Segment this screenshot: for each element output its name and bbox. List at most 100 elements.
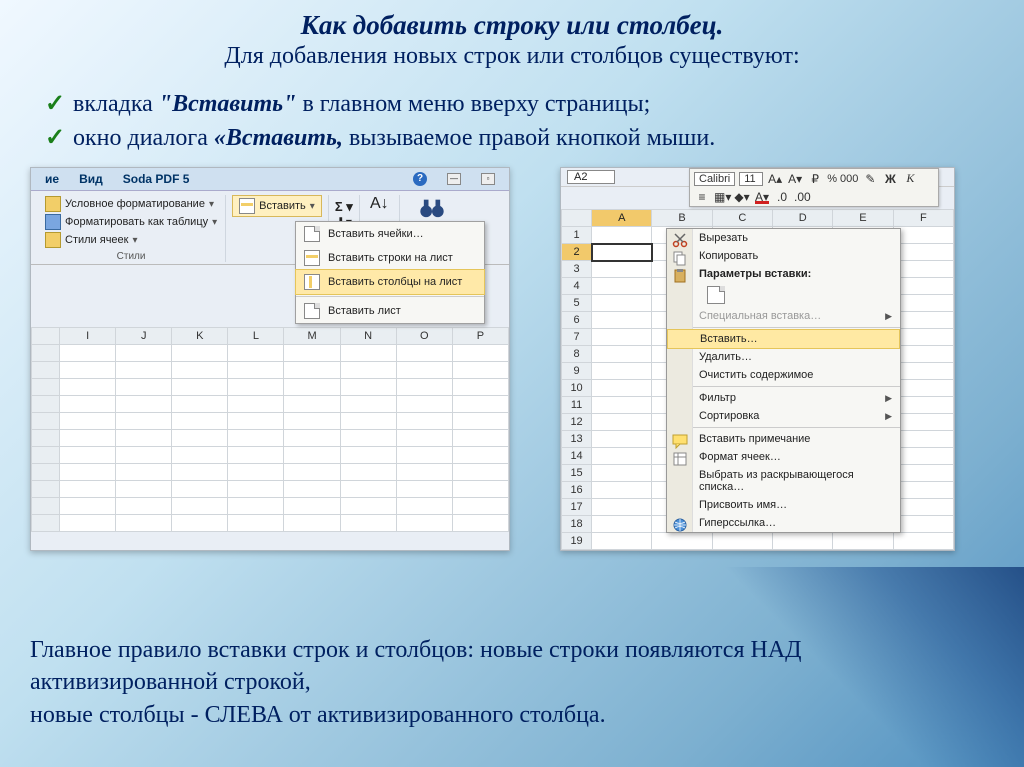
context-menu: Вырезать Копировать Параметры вставки: С… xyxy=(666,228,901,533)
sheet-icon xyxy=(304,303,320,319)
col-header[interactable]: I xyxy=(60,328,116,345)
increase-font-icon[interactable]: A▴ xyxy=(767,172,783,186)
row-header[interactable]: 14 xyxy=(562,448,592,465)
corner-cell[interactable] xyxy=(32,328,60,345)
currency-icon[interactable]: ₽ xyxy=(807,172,823,186)
col-header[interactable]: N xyxy=(340,328,396,345)
row-header[interactable]: 19 xyxy=(562,533,592,550)
menu-insert-sheet[interactable]: Вставить лист xyxy=(296,299,484,323)
ctx-dropdown-list[interactable]: Выбрать из раскрывающегося списка… xyxy=(667,466,900,496)
col-header[interactable]: P xyxy=(452,328,508,345)
spreadsheet-grid-left[interactable]: I J K L M N O P xyxy=(31,327,509,532)
cell-styles-button[interactable]: Стили ячеек ▾ xyxy=(43,231,219,249)
insert-split-button[interactable]: Вставить ▾ xyxy=(232,195,322,217)
help-icon[interactable]: ? xyxy=(413,172,427,186)
ctx-delete[interactable]: Удалить… xyxy=(667,348,900,366)
row-header[interactable]: 4 xyxy=(562,278,592,295)
restore-button[interactable]: ▫ xyxy=(481,173,495,185)
footer-rule-text: Главное правило вставки строк и столбцов… xyxy=(30,634,824,731)
tab-fragment[interactable]: ие xyxy=(45,172,59,186)
ctx-name[interactable]: Присвоить имя… xyxy=(667,496,900,514)
screenshot-context-menu: A2 Calibri 11 A▴ A▾ ₽ % 000 ✎ Ж К ≡ ▦▾ ◆… xyxy=(560,167,955,551)
row-header[interactable]: 2 xyxy=(562,244,592,261)
insert-icon xyxy=(239,198,255,214)
increase-decimal-icon[interactable]: .00 xyxy=(794,190,810,204)
col-header[interactable]: B xyxy=(652,210,712,227)
ctx-comment[interactable]: Вставить примечание xyxy=(667,430,900,448)
ctx-format[interactable]: Формат ячеек… xyxy=(667,448,900,466)
row-header[interactable]: 3 xyxy=(562,261,592,278)
scissors-icon xyxy=(672,232,688,248)
tab-view[interactable]: Вид xyxy=(79,172,103,186)
name-box[interactable]: A2 xyxy=(567,170,615,184)
row-header[interactable]: 16 xyxy=(562,482,592,499)
row-header[interactable]: 11 xyxy=(562,397,592,414)
borders-icon[interactable]: ▦▾ xyxy=(714,190,730,204)
autosum-icon[interactable]: Σ ▾ xyxy=(335,199,353,215)
menu-insert-cells[interactable]: Вставить ячейки… xyxy=(296,222,484,246)
ctx-paste-options: Параметры вставки: xyxy=(667,265,900,283)
cells-icon xyxy=(304,226,320,242)
ctx-sort[interactable]: Сортировка▶ xyxy=(667,407,900,425)
conditional-format-button[interactable]: Условное форматирование ▾ xyxy=(43,195,219,213)
corner-cell[interactable] xyxy=(562,210,592,227)
ctx-paste-btn[interactable] xyxy=(667,283,900,307)
col-header[interactable]: K xyxy=(172,328,228,345)
ctx-clear[interactable]: Очистить содержимое xyxy=(667,366,900,384)
row-header[interactable]: 18 xyxy=(562,516,592,533)
format-as-table-button[interactable]: Форматировать как таблицу ▾ xyxy=(43,213,219,231)
ctx-insert[interactable]: Вставить… xyxy=(667,329,900,349)
align-icon[interactable]: ≡ xyxy=(694,190,710,204)
bullet-1: вкладка "Вставить" в главном меню вверху… xyxy=(45,88,1024,122)
menu-insert-rows[interactable]: Вставить строки на лист xyxy=(296,246,484,270)
sort-filter-button[interactable]: A↓ xyxy=(370,195,389,213)
ctx-hyperlink[interactable]: Гиперссылка… xyxy=(667,514,900,532)
italic-icon[interactable]: К xyxy=(902,171,918,186)
screenshot-ribbon-insert: ие Вид Soda PDF 5 ? — ▫ Условное формати… xyxy=(30,167,510,551)
row-header[interactable]: 9 xyxy=(562,363,592,380)
row-header[interactable]: 1 xyxy=(562,227,592,244)
decrease-font-icon[interactable]: A▾ xyxy=(787,172,803,186)
ctx-cut[interactable]: Вырезать xyxy=(667,229,900,247)
font-size-box[interactable]: 11 xyxy=(739,172,763,186)
col-header[interactable]: E xyxy=(833,210,893,227)
active-cell[interactable] xyxy=(592,244,652,261)
group-label-styles: Стили xyxy=(43,249,219,262)
row-header[interactable]: 10 xyxy=(562,380,592,397)
col-header[interactable]: L xyxy=(228,328,284,345)
font-color-icon[interactable]: A▾ xyxy=(754,190,770,204)
row-header[interactable]: 12 xyxy=(562,414,592,431)
col-header[interactable]: J xyxy=(116,328,172,345)
tab-sodapdf[interactable]: Soda PDF 5 xyxy=(123,172,190,186)
comment-icon xyxy=(672,433,688,449)
row-header[interactable]: 8 xyxy=(562,346,592,363)
binoculars-icon xyxy=(418,195,446,223)
menu-insert-columns[interactable]: Вставить столбцы на лист xyxy=(295,269,485,295)
col-header[interactable]: M xyxy=(284,328,340,345)
minimize-button[interactable]: — xyxy=(447,173,461,185)
ribbon-group-styles: Условное форматирование ▾ Форматировать … xyxy=(37,195,226,262)
percent-format[interactable]: % 000 xyxy=(827,173,858,185)
fill-color-icon[interactable]: ◆▾ xyxy=(734,190,750,204)
col-header[interactable]: D xyxy=(773,210,833,227)
row-header[interactable]: 13 xyxy=(562,431,592,448)
row-header[interactable]: 15 xyxy=(562,465,592,482)
format-icon xyxy=(672,451,688,467)
ctx-copy[interactable]: Копировать xyxy=(667,247,900,265)
font-name-box[interactable]: Calibri xyxy=(694,172,735,186)
col-header[interactable]: C xyxy=(712,210,772,227)
clipboard-icon xyxy=(672,268,688,284)
format-painter-icon[interactable]: ✎ xyxy=(862,172,878,186)
row-header[interactable]: 5 xyxy=(562,295,592,312)
col-header[interactable]: O xyxy=(396,328,452,345)
row-header[interactable]: 6 xyxy=(562,312,592,329)
rows-icon xyxy=(304,250,320,266)
col-header[interactable]: F xyxy=(893,210,953,227)
decrease-decimal-icon[interactable]: .0 xyxy=(774,190,790,204)
row-header[interactable]: 7 xyxy=(562,329,592,346)
ribbon-tabs: ие Вид Soda PDF 5 ? — ▫ xyxy=(31,168,509,191)
bold-icon[interactable]: Ж xyxy=(882,172,898,186)
row-header[interactable]: 17 xyxy=(562,499,592,516)
col-header[interactable]: A xyxy=(592,210,652,227)
ctx-filter[interactable]: Фильтр▶ xyxy=(667,389,900,407)
